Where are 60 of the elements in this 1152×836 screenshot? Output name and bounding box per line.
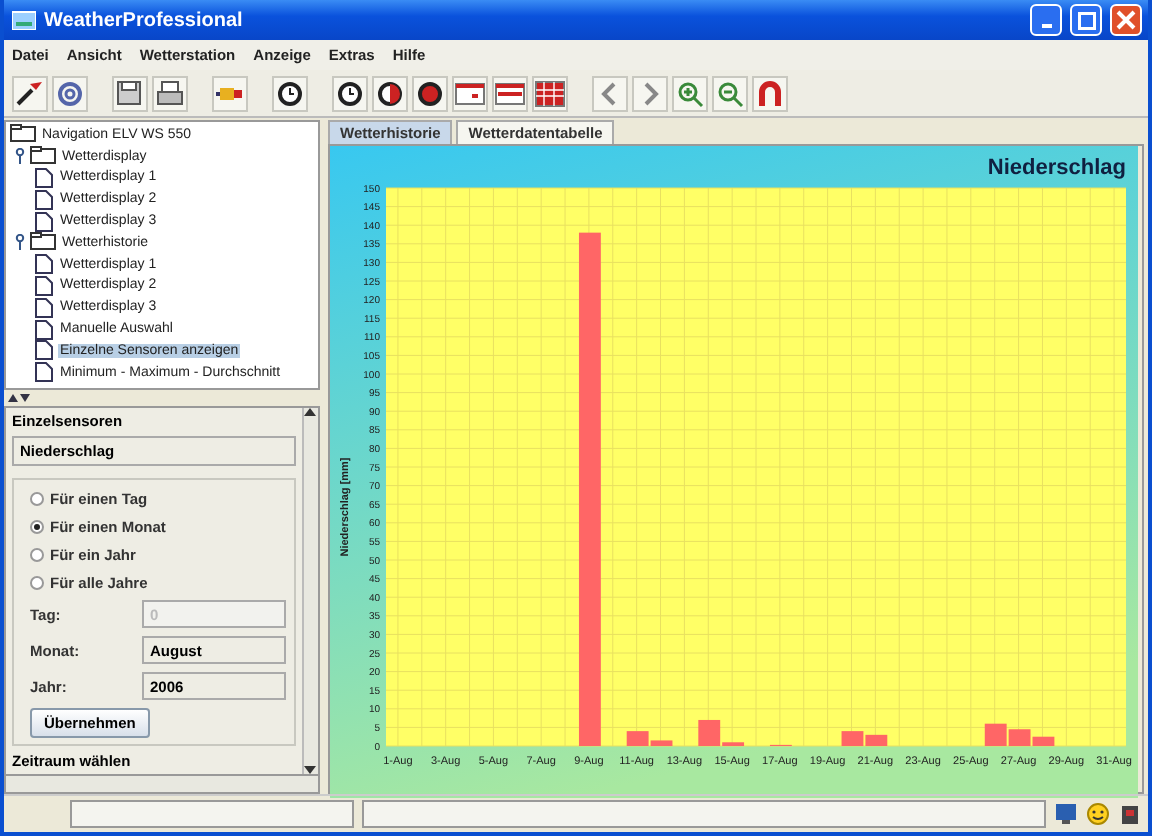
calendar-button[interactable] [532, 75, 568, 111]
folder-icon [30, 146, 56, 167]
tool-icon [14, 77, 46, 109]
zoom-in-button[interactable] [672, 75, 708, 111]
document-icon [34, 297, 54, 318]
expand-arrow-icon[interactable] [20, 394, 30, 402]
calendar-button[interactable] [452, 75, 488, 111]
spiral-icon [54, 77, 86, 109]
document-icon [34, 275, 54, 296]
calendar-button[interactable] [492, 75, 528, 111]
document-icon [34, 362, 54, 383]
vertical-scrollbar[interactable] [302, 408, 318, 774]
zoom-out-button[interactable] [712, 75, 748, 111]
scroll-up-icon [304, 408, 316, 416]
document-icon [34, 189, 54, 210]
document-icon [34, 340, 54, 361]
monitor-icon [1054, 802, 1078, 826]
collapse-arrow-icon[interactable] [8, 394, 18, 402]
minimize-button[interactable] [1030, 4, 1062, 36]
device-icon [1118, 802, 1142, 826]
magnet-icon [754, 77, 786, 109]
chevron-left-button[interactable] [592, 75, 628, 111]
tool-button[interactable] [12, 75, 48, 111]
clock-icon [414, 77, 446, 109]
smiley-icon [1086, 802, 1110, 826]
clock-button[interactable] [412, 75, 448, 111]
folder-icon [30, 232, 56, 253]
document-icon [34, 167, 54, 188]
chevron-right-button[interactable] [632, 75, 668, 111]
connector-button[interactable] [212, 75, 248, 111]
zoom-in-icon [674, 77, 706, 109]
clock-button[interactable] [332, 75, 368, 111]
document-icon [34, 254, 54, 275]
printer-icon [154, 77, 186, 109]
window-icon [12, 10, 36, 30]
horizontal-scrollbar[interactable] [4, 776, 320, 794]
expanded-handle-icon[interactable] [14, 148, 26, 165]
magnet-button[interactable] [752, 75, 788, 111]
clock-icon [274, 77, 306, 109]
close-button[interactable] [1110, 4, 1142, 36]
chart-title: Niederschlag [987, 156, 1126, 180]
clock-button[interactable] [272, 75, 308, 111]
close-icon [1116, 10, 1136, 30]
document-icon [34, 319, 54, 340]
printer-button[interactable] [152, 75, 188, 111]
calendar-icon [494, 77, 526, 109]
document-icon [34, 211, 54, 232]
zoom-out-icon [714, 77, 746, 109]
expanded-handle-icon[interactable] [14, 234, 26, 251]
clock-icon [334, 77, 366, 109]
spiral-button[interactable] [52, 75, 88, 111]
calendar-icon [534, 77, 566, 109]
minimize-icon [1041, 24, 1051, 28]
clock-icon [374, 77, 406, 109]
clock-button[interactable] [372, 75, 408, 111]
calendar-icon [454, 77, 486, 109]
window-title: WeatherProfessional [44, 9, 245, 31]
disk-button[interactable] [112, 75, 148, 111]
maximize-button[interactable] [1070, 4, 1102, 36]
maximize-icon [1077, 11, 1095, 29]
